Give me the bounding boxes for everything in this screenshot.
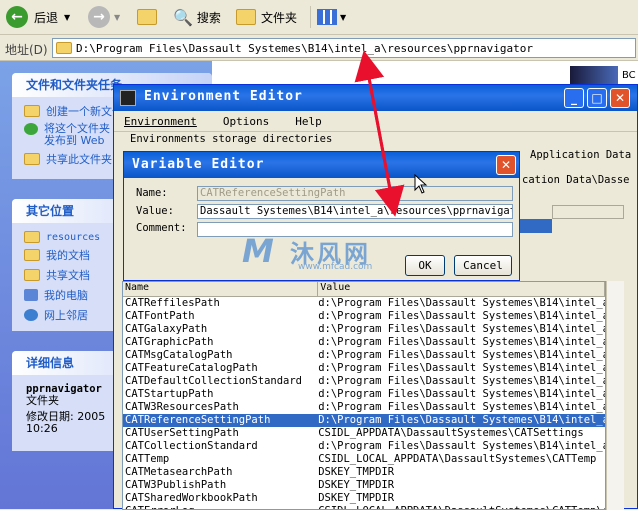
arrow-down-line [364, 61, 405, 217]
annotation-arrow [354, 50, 405, 217]
mouse-cursor-icon [414, 174, 428, 194]
